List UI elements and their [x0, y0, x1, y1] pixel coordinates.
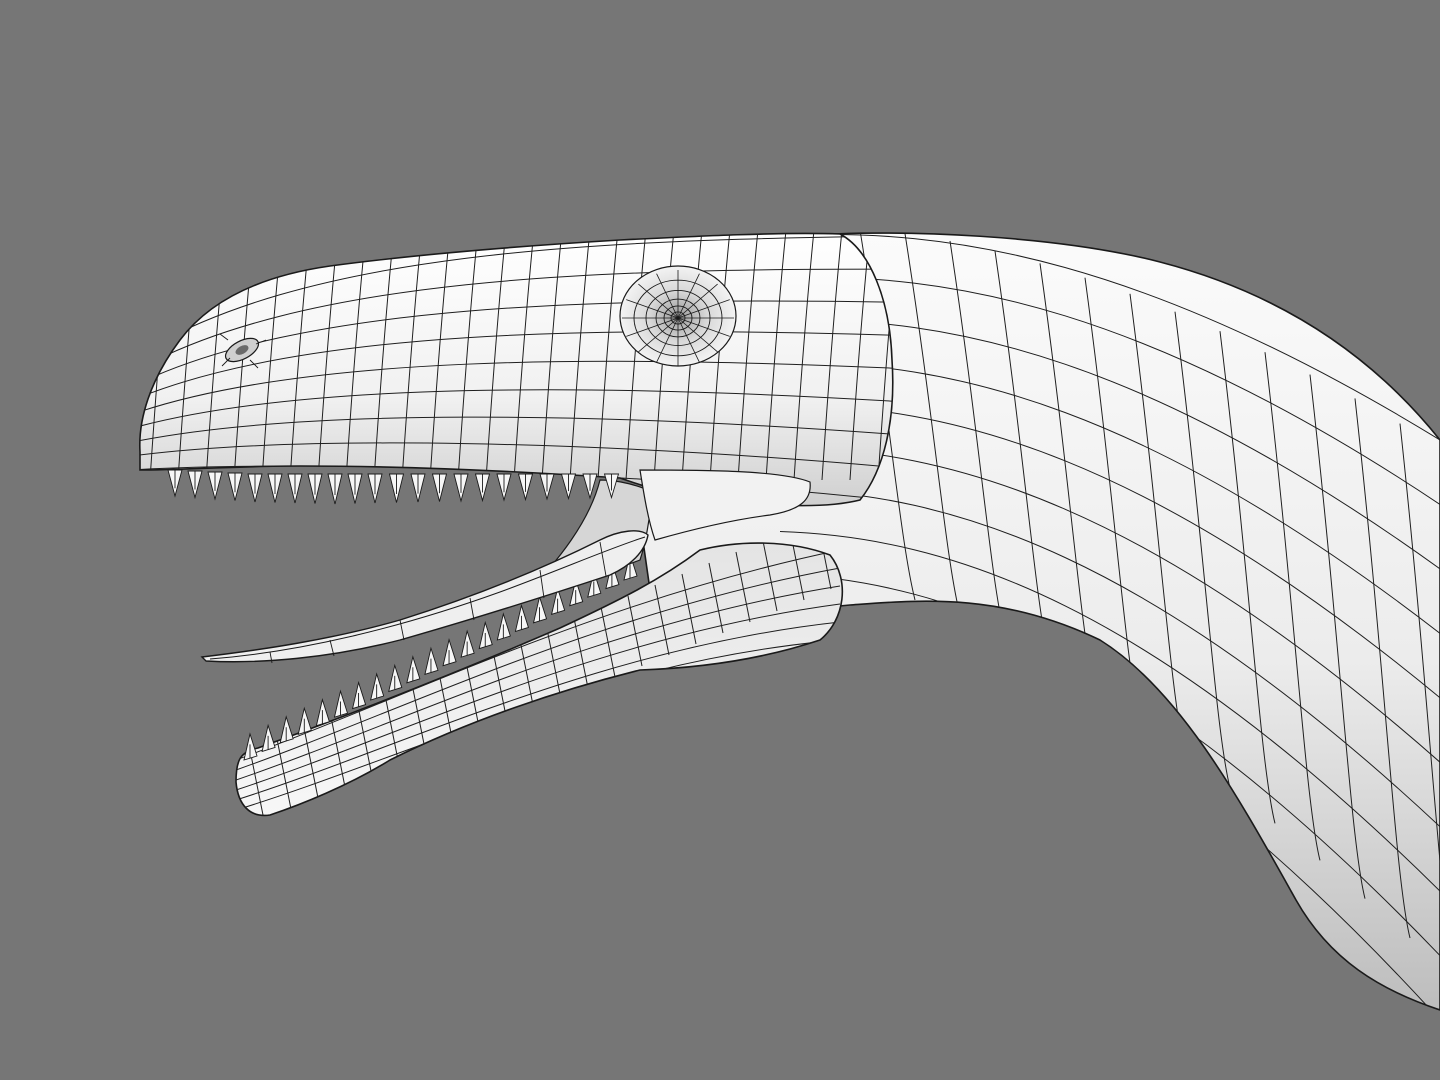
dinosaur-wireframe-render — [0, 0, 1440, 1080]
eye-socket — [619, 265, 737, 367]
3d-viewport[interactable] — [0, 0, 1440, 1080]
